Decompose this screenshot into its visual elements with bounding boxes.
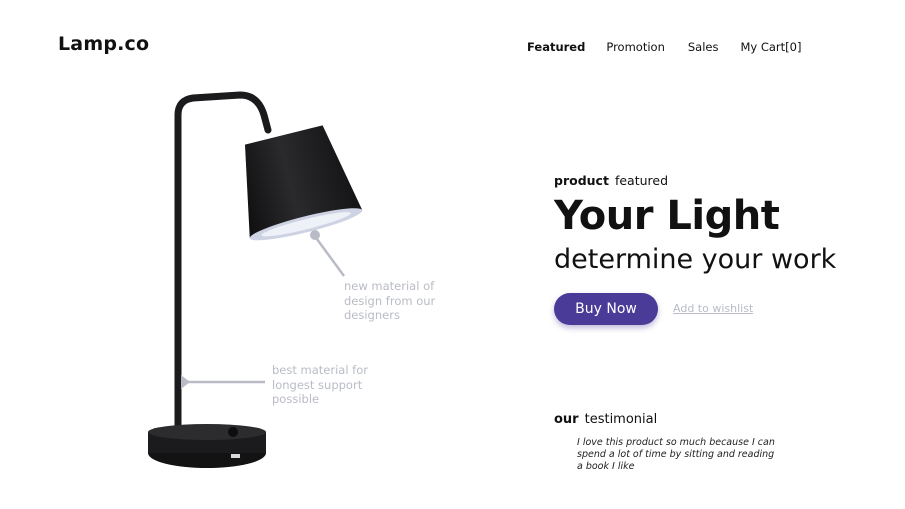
- eyebrow-bold: product: [554, 173, 609, 188]
- callout-shade-text: new material of design from our designer…: [344, 279, 436, 322]
- nav-featured[interactable]: Featured: [527, 40, 585, 54]
- main-nav: Featured Promotion Sales My Cart[0]: [527, 40, 801, 54]
- testimonial-title: our testimonial: [554, 412, 657, 427]
- nav-promotion[interactable]: Promotion: [606, 40, 665, 54]
- nav-sales[interactable]: Sales: [688, 40, 719, 54]
- testimonial-title-bold: our: [554, 412, 579, 427]
- add-to-wishlist-link[interactable]: Add to wishlist: [673, 302, 753, 315]
- nav-cart[interactable]: My Cart[0]: [740, 40, 801, 54]
- desk-lamp-image: [148, 91, 363, 468]
- testimonial-quote: I love this product so much because I ca…: [577, 437, 775, 472]
- hero-headline: Your Light: [554, 193, 780, 239]
- callout-pole-text: best material for longest support possib…: [272, 363, 368, 406]
- product-eyebrow: product featured: [554, 173, 668, 188]
- hero-subhead: determine your work: [554, 244, 837, 275]
- callout-pointer-shade: [312, 234, 346, 277]
- testimonial-title-rest: testimonial: [584, 412, 658, 427]
- logo[interactable]: Lamp.co: [58, 33, 149, 55]
- eyebrow-rest: featured: [614, 173, 669, 188]
- buy-now-button[interactable]: Buy Now: [554, 293, 658, 325]
- usb-port: [231, 454, 240, 458]
